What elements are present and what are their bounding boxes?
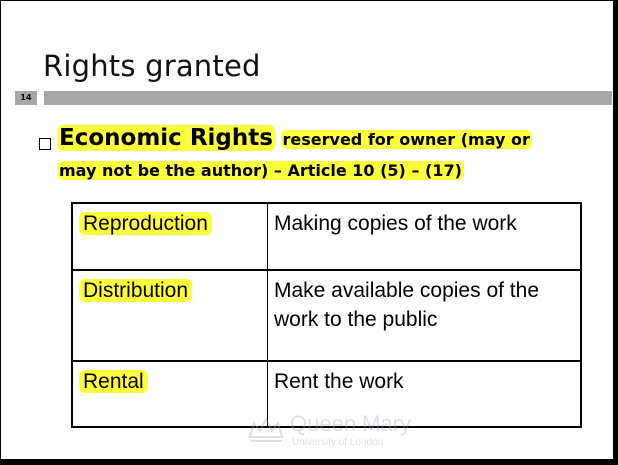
right-name-cell: Reproduction [71, 202, 268, 271]
right-description: Making copies of the work [267, 202, 582, 271]
crown-icon [248, 416, 284, 442]
watermark-name: Queen Mary [290, 411, 412, 436]
watermark-subtitle: University of London [292, 437, 384, 448]
bullet-line-2: may not be the author) – Article 10 (5) … [57, 161, 464, 180]
table-row: Reproduction Making copies of the work [71, 202, 582, 271]
right-name: Rental [79, 370, 148, 393]
right-name-cell: Rental [71, 360, 268, 428]
economic-rights-heading: Economic Rights [57, 125, 275, 151]
slide-title: Rights granted [43, 49, 261, 83]
right-name: Distribution [79, 279, 193, 302]
page-number: 14 [20, 93, 32, 102]
bullet-text-line-1: reserved for owner (may or [280, 130, 532, 149]
slide: Rights granted 14 Economic Rights reserv… [0, 0, 618, 465]
title-divider-bar [44, 91, 612, 105]
square-bullet-icon [39, 138, 51, 150]
table-row: Distribution Make available copies of th… [71, 269, 582, 362]
bullet-text-line-2: may not be the author) – Article 10 (5) … [57, 161, 464, 180]
right-description: Make available copies of the work to the… [267, 269, 582, 362]
university-logo-watermark: Queen Mary University of London [244, 411, 414, 453]
right-name-cell: Distribution [71, 269, 268, 362]
right-name: Reproduction [79, 212, 212, 235]
bullet-line-1: Economic Rights reserved for owner (may … [57, 125, 532, 151]
rights-table: Reproduction Making copies of the work D… [71, 202, 582, 428]
